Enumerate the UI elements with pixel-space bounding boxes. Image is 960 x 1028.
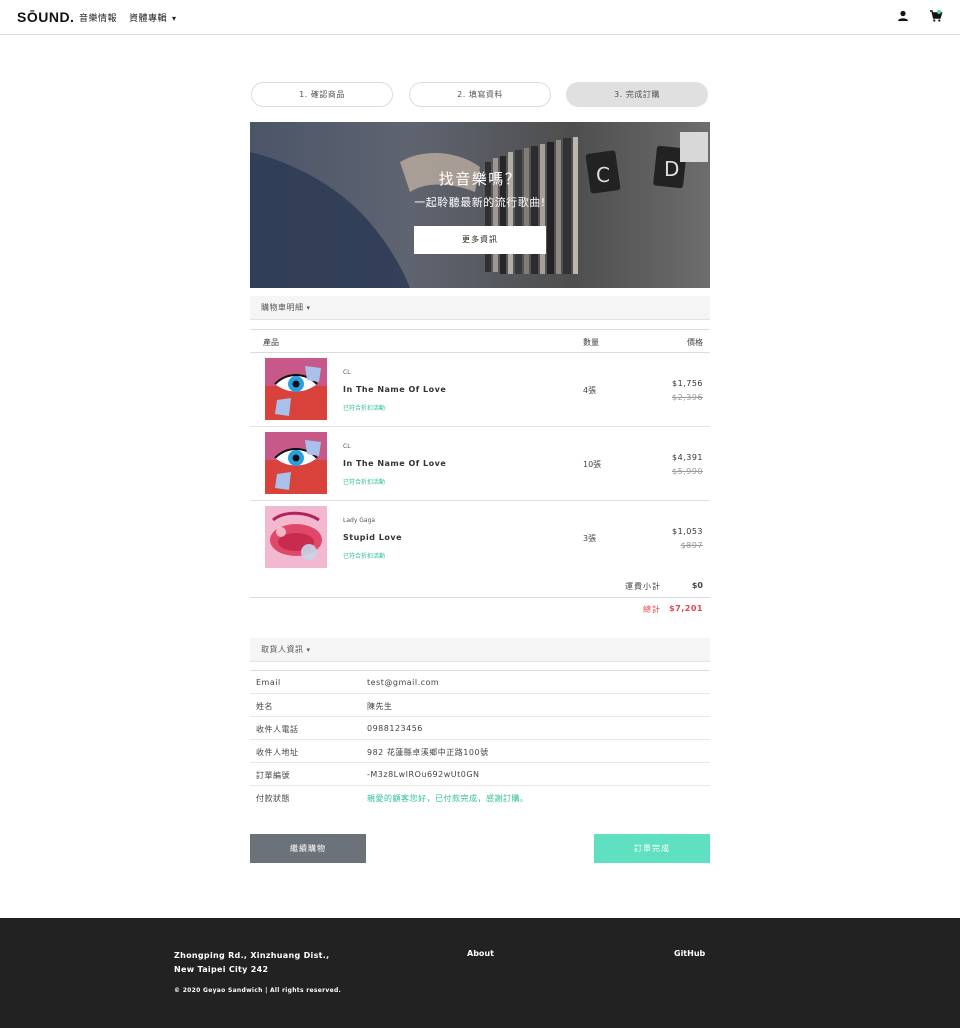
item-promo: 已符合折扣活動 [343, 553, 386, 560]
album-cover-lady-gaga[interactable] [265, 506, 327, 568]
info-key: 訂單編號 [256, 771, 290, 780]
hero-banner: C D 找音樂嗎？ 一起聆聽最新的流行歌曲! 更多資訊 [250, 122, 710, 288]
step-confirm-items: 1. 確認商品 [251, 82, 393, 107]
footer-about-link[interactable]: About [467, 949, 494, 958]
cart-details-label: 購物車明細 [261, 303, 304, 312]
banner-title: 找音樂嗎？ [438, 170, 522, 188]
item-artist: CL [343, 443, 351, 450]
cart-item: CL In The Name Of Love 已符合折扣活動 4張 $1,756… [250, 353, 710, 427]
column-price: 價格 [687, 338, 703, 347]
footer-copyright: © 2020 Geyao Sandwich | All rights reser… [174, 987, 342, 994]
album-cover-cl[interactable] [265, 432, 327, 494]
item-original-price: $2,396 [672, 393, 703, 402]
payment-status-message: 親愛的顧客您好，已付款完成，感謝訂購。 [367, 794, 529, 803]
shipping-label: 運費小計 [625, 582, 661, 591]
item-price: $4,391 [672, 453, 703, 462]
caret-down-icon: ▾ [306, 304, 311, 312]
total-value: $7,201 [669, 604, 703, 613]
navbar: SŌUND. 音樂情報 資體專輯 ▾ [0, 0, 960, 35]
footer-address-line1: Zhongping Rd., Xinzhuang Dist., [174, 951, 330, 960]
info-row-order-id: 訂單編號 -M3z8LwIROu692wUt0GN [250, 763, 710, 786]
logo[interactable]: SŌUND. [17, 9, 74, 25]
info-row-payment-status: 付款狀態 親愛的顧客您好，已付款完成，感謝訂購。 [250, 786, 710, 809]
footer: Zhongping Rd., Xinzhuang Dist., New Taip… [0, 918, 960, 1028]
step-complete-order: 3. 完成訂購 [566, 82, 708, 107]
item-title[interactable]: In The Name Of Love [343, 459, 446, 468]
column-product: 產品 [263, 338, 279, 347]
total-label: 總計 [643, 605, 661, 614]
cart-details-header[interactable]: 購物車明細 ▾ [250, 296, 710, 320]
item-artist: CL [343, 369, 351, 376]
footer-github-link[interactable]: GitHub [674, 949, 705, 958]
info-row-address: 收件人地址 982 花蓮縣卓溪鄉中正路100號 [250, 740, 710, 763]
nav-news-dropdown[interactable]: 資體專輯 ▾ [129, 11, 177, 24]
shipping-subtotal-row: 運費小計 $0 [250, 575, 710, 598]
item-artist: Lady Gaga [343, 517, 376, 524]
info-row-email: Email test@gmail.com [250, 671, 710, 694]
more-info-button[interactable]: 更多資訊 [414, 226, 546, 254]
item-qty: 4張 [583, 386, 597, 395]
shipping-value: $0 [691, 581, 703, 590]
info-key: 付款狀態 [256, 794, 290, 803]
receiver-info-label: 取貨人資訊 [261, 645, 304, 654]
info-value: 陳先生 [367, 702, 393, 711]
column-qty: 數量 [583, 338, 599, 347]
info-value: test@gmail.com [367, 678, 440, 687]
info-key: 姓名 [256, 702, 273, 711]
album-cover-cl[interactable] [265, 358, 327, 420]
item-title[interactable]: In The Name Of Love [343, 385, 446, 394]
cart-badge-dot [937, 10, 941, 14]
info-value: -M3z8LwIROu692wUt0GN [367, 770, 480, 779]
nav-music-info-label: 音樂情報 [79, 14, 118, 24]
step-fill-info: 2. 填寫資料 [409, 82, 551, 107]
item-qty: 10張 [583, 460, 602, 469]
info-key: 收件人電話 [256, 725, 299, 734]
cart-table-header: 產品 數量 價格 [250, 329, 710, 353]
info-value: 982 花蓮縣卓溪鄉中正路100號 [367, 748, 489, 757]
item-price: $1,053 [672, 527, 703, 536]
total-row: 總計 $7,201 [250, 598, 710, 620]
chevron-down-icon: ▾ [172, 14, 177, 23]
info-key: 收件人地址 [256, 748, 299, 757]
item-original-price: $897 [680, 541, 703, 550]
info-row-name: 姓名 陳先生 [250, 694, 710, 717]
item-qty: 3張 [583, 534, 597, 543]
item-price: $1,756 [672, 379, 703, 388]
item-title[interactable]: Stupid Love [343, 533, 402, 542]
order-complete-button[interactable]: 訂單完成 [594, 834, 710, 863]
footer-address-line2: New Taipei City 242 [174, 965, 269, 974]
item-promo: 已符合折扣活動 [343, 405, 386, 412]
cart-item: CL In The Name Of Love 已符合折扣活動 10張 $4,39… [250, 427, 710, 501]
nav-news-label: 資體專輯 [129, 14, 168, 24]
item-promo: 已符合折扣活動 [343, 479, 386, 486]
info-row-phone: 收件人電話 0988123456 [250, 717, 710, 740]
caret-down-icon: ▾ [306, 646, 311, 654]
user-icon[interactable] [896, 9, 910, 23]
continue-shopping-button[interactable]: 繼續購物 [250, 834, 366, 863]
info-key: Email [256, 678, 281, 687]
banner-subtitle: 一起聆聽最新的流行歌曲! [414, 196, 546, 209]
info-value: 0988123456 [367, 724, 423, 733]
receiver-info-header[interactable]: 取貨人資訊 ▾ [250, 638, 710, 662]
footer-address: Zhongping Rd., Xinzhuang Dist., New Taip… [174, 949, 329, 977]
nav-music-info[interactable]: 音樂情報 [79, 11, 117, 24]
item-original-price: $5,990 [672, 467, 703, 476]
cart-item: Lady Gaga Stupid Love 已符合折扣活動 3張 $1,053 … [250, 501, 710, 575]
